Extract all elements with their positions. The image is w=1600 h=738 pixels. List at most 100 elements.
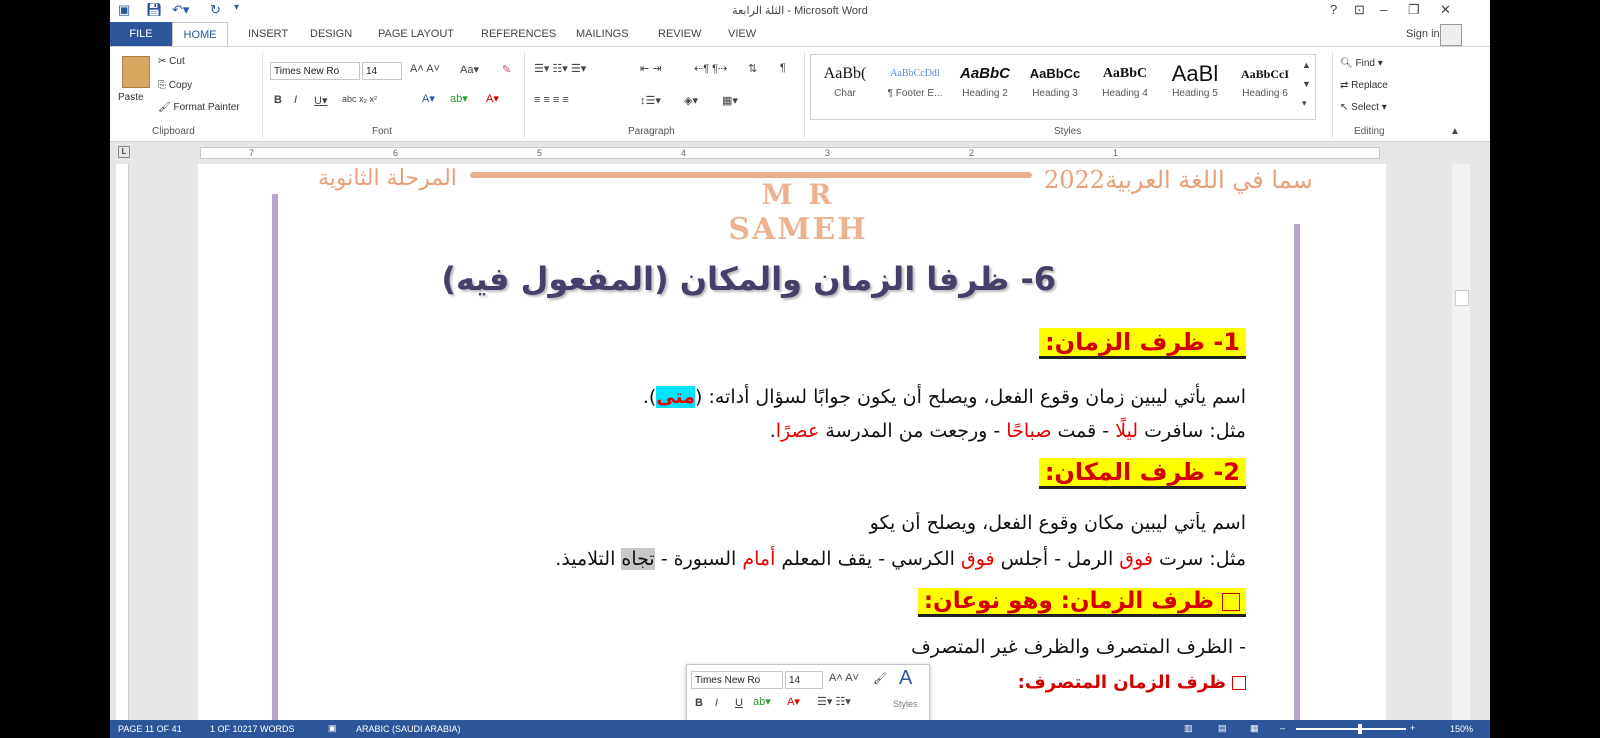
ribbon-display-icon[interactable]: ⊡: [1354, 2, 1365, 18]
style-heading-5[interactable]: AaBl Heading 5: [1160, 60, 1230, 114]
select-button[interactable]: ↖ Select ▾: [1340, 102, 1387, 113]
style-heading-2[interactable]: AaBbC Heading 2: [950, 60, 1020, 114]
style-sample: AaBl: [1171, 61, 1219, 86]
sort-icon[interactable]: ⇅: [748, 62, 757, 75]
zoom-level[interactable]: 150%: [1450, 724, 1473, 734]
avatar[interactable]: [1440, 24, 1462, 46]
document-page[interactable]: المرحلة الثانوية سما في اللغة العربية202…: [198, 164, 1386, 720]
italic-icon[interactable]: I: [294, 94, 297, 106]
zoom-slider-thumb[interactable]: [1358, 724, 1362, 734]
zoom-slider[interactable]: [1296, 728, 1406, 730]
minimize-icon[interactable]: –: [1380, 2, 1387, 17]
word-count[interactable]: 1 OF 10217 WORDS: [210, 724, 295, 734]
print-layout-icon[interactable]: ▤: [1218, 723, 1227, 734]
ruler-tick: 4: [681, 148, 687, 158]
align-icons[interactable]: ≡ ≡ ≡ ≡: [534, 94, 569, 106]
read-mode-icon[interactable]: ▥: [1184, 723, 1193, 734]
close-icon[interactable]: ✕: [1440, 2, 1451, 18]
tab-view[interactable]: VIEW: [728, 28, 756, 40]
tab-file[interactable]: FILE: [110, 22, 172, 46]
scrollbar-thumb[interactable]: [1455, 290, 1469, 306]
redo-icon[interactable]: ↻: [210, 2, 221, 18]
mini-underline-icon[interactable]: U: [735, 697, 743, 709]
ex2-mid: الرمل - أجلس: [994, 548, 1120, 570]
mini-font-color-icon[interactable]: A▾: [787, 695, 800, 708]
rtl-icon[interactable]: ⇠¶ ¶⇢: [694, 62, 727, 75]
save-icon[interactable]: 💾︎: [146, 2, 163, 18]
maximize-icon[interactable]: ❐: [1408, 2, 1420, 18]
find-icon: 🔍︎: [1340, 58, 1356, 69]
mini-italic-icon[interactable]: I: [715, 697, 718, 709]
clear-formatting-icon[interactable]: ✎: [502, 63, 511, 76]
change-case-icon[interactable]: Aa▾: [460, 63, 479, 76]
pilcrow-icon[interactable]: ¶: [780, 62, 786, 74]
mini-styles-label[interactable]: Styles: [893, 699, 918, 709]
vertical-ruler[interactable]: [116, 164, 129, 720]
paste-button[interactable]: Paste: [118, 92, 144, 103]
ex2-word: فوق: [1119, 548, 1153, 570]
strikethrough-icon[interactable]: abc x₂ x²: [342, 94, 377, 104]
sign-in-link[interactable]: Sign in: [1406, 28, 1440, 40]
zoom-in-icon[interactable]: +: [1410, 723, 1415, 733]
indent-icon[interactable]: ⇤ ⇥: [640, 62, 662, 75]
line-spacing-icon[interactable]: ↕☰▾: [640, 94, 661, 107]
mini-bold-icon[interactable]: B: [695, 697, 703, 709]
divider: [804, 52, 805, 138]
tab-insert[interactable]: INSERT: [248, 28, 288, 40]
language-indicator[interactable]: ARABIC (SAUDI ARABIA): [356, 724, 461, 734]
style-heading-6[interactable]: AaBbCcI Heading 6: [1230, 60, 1300, 114]
font-color-icon[interactable]: A▾: [486, 92, 499, 105]
format-painter-button[interactable]: 🖌︎ Format Painter: [158, 102, 240, 113]
tab-references[interactable]: REFERENCES: [481, 28, 556, 40]
style-heading-4[interactable]: AaBbC Heading 4: [1090, 60, 1160, 114]
style-name: ¶ Footer E...: [887, 88, 943, 99]
underline-icon[interactable]: U▾: [314, 94, 327, 107]
font-size-box[interactable]: 14: [362, 62, 402, 80]
tab-home[interactable]: HOME: [172, 22, 228, 46]
bullets-icon[interactable]: ☰▾ ☷▾ ☰▾: [534, 62, 586, 75]
highlight-icon[interactable]: ab▾: [450, 92, 468, 105]
text-effects-icon[interactable]: A▾: [422, 92, 435, 105]
borders-icon[interactable]: ▦▾: [722, 94, 738, 107]
undo-icon[interactable]: ↶▾: [172, 2, 189, 18]
style-sample: AaBbC: [959, 65, 1010, 82]
mini-format-painter-icon[interactable]: 🖌︎: [873, 672, 887, 685]
help-icon[interactable]: ?: [1330, 2, 1337, 17]
mini-styles-icon[interactable]: A: [899, 667, 912, 690]
ex1-prefix: مثل: سافرت: [1138, 420, 1246, 442]
horizontal-ruler[interactable]: 7 6 5 4 3 2 1: [200, 147, 1380, 159]
styles-scroll-icon[interactable]: ▲ ▼ ▾: [1302, 56, 1311, 113]
mini-font-name-box[interactable]: Times New Ro: [691, 671, 783, 689]
mini-highlight-icon[interactable]: ab▾: [753, 695, 771, 708]
divider: [524, 52, 525, 138]
shading-icon[interactable]: ◈▾: [684, 94, 698, 107]
paste-icon[interactable]: [122, 56, 150, 88]
web-layout-icon[interactable]: ▦: [1250, 723, 1259, 734]
tab-page-layout[interactable]: PAGE LAYOUT: [378, 28, 454, 40]
tab-mailings[interactable]: MAILINGS: [576, 28, 629, 40]
zoom-out-icon[interactable]: –: [1280, 723, 1285, 733]
collapse-ribbon-icon[interactable]: ▲: [1450, 126, 1460, 137]
grow-font-icon[interactable]: A˄ A˅: [410, 63, 440, 75]
copy-button[interactable]: ⎘ Copy: [158, 80, 192, 91]
mini-grow-font-icon[interactable]: A˄ A˅: [829, 672, 859, 684]
style-char[interactable]: AaBb(Char: [810, 60, 880, 114]
tab-selector[interactable]: L: [118, 146, 130, 158]
proofing-icon[interactable]: ▣: [328, 723, 337, 734]
page-count[interactable]: PAGE 11 OF 41: [118, 724, 182, 734]
mini-bullets-icon[interactable]: ☰▾ ☷▾: [817, 695, 851, 708]
vertical-scrollbar[interactable]: [1452, 164, 1470, 720]
find-button[interactable]: 🔍︎ Find ▾: [1340, 58, 1383, 69]
style-sample: AaBbCcDdl: [890, 68, 940, 79]
customize-qat-icon[interactable]: ▾: [234, 2, 239, 13]
style-footer[interactable]: AaBbCcDdl ¶ Footer E...: [880, 60, 950, 114]
bold-icon[interactable]: B: [274, 94, 282, 106]
tab-review[interactable]: REVIEW: [658, 28, 701, 40]
font-name-box[interactable]: Times New Ro: [270, 62, 360, 80]
replace-button[interactable]: ⇄ Replace: [1340, 80, 1388, 91]
cut-button[interactable]: ✂ Cut: [158, 56, 185, 67]
mini-font-size-box[interactable]: 14: [785, 671, 823, 689]
style-heading-3[interactable]: AaBbCc Heading 3: [1020, 60, 1090, 114]
tab-design[interactable]: DESIGN: [310, 28, 352, 40]
ruler-tick: 7: [249, 148, 255, 158]
